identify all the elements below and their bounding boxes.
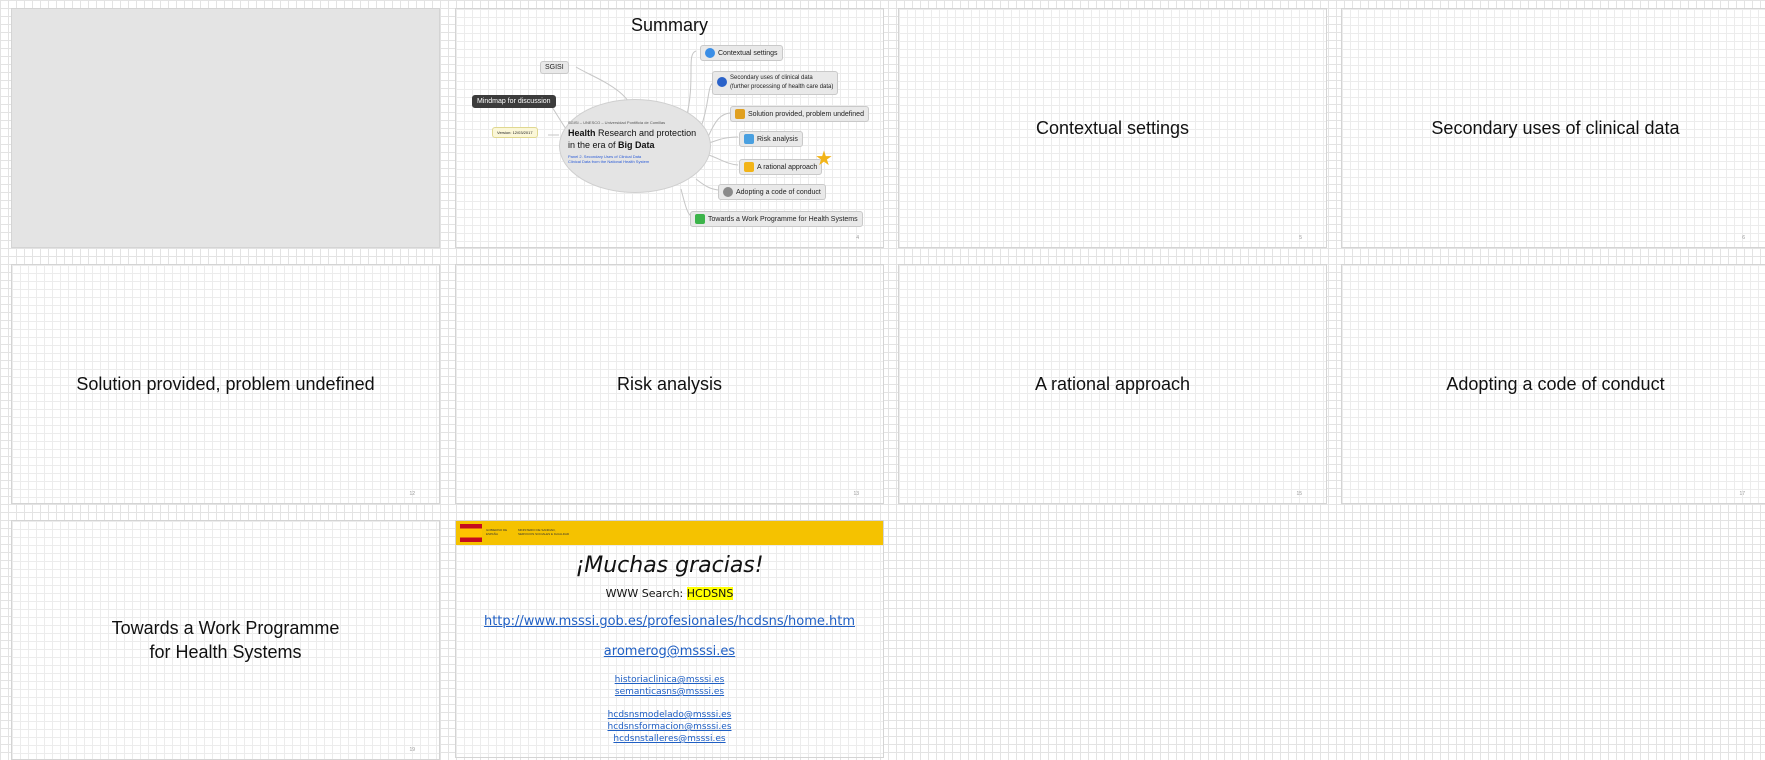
node-label: Contextual settings (718, 49, 778, 57)
slide-number: 15 (1296, 491, 1302, 497)
thanks-heading: ¡Muchas gracias! (575, 553, 764, 578)
slide-thumbnail-summary[interactable]: Summary SGISI Mindmap for discussion Ver… (455, 8, 884, 248)
mindmap-node-code-of-conduct: Adopting a code of conduct (718, 184, 826, 200)
mindmap-node-solution-provided: Solution provided, problem undefined (730, 106, 869, 122)
central-title-line2-bold: Big Data (618, 140, 655, 150)
chart-icon (744, 134, 754, 144)
node-label: Adopting a code of conduct (736, 188, 821, 196)
central-org: SGISI – UNESCO – Universidad Pontificia … (568, 120, 666, 125)
search-term: HCDSNS (686, 587, 734, 600)
star-icon: ★ (815, 148, 833, 170)
slide-thumbnail-secondary-uses[interactable]: Secondary uses of clinical data 6 (1341, 8, 1765, 248)
node-label: A rational approach (757, 163, 818, 171)
email-link[interactable]: historiaclinica@msssi.es (456, 675, 883, 685)
mindmap-node-sgisi: SGISI (540, 61, 569, 74)
website-link[interactable]: http://www.msssi.gob.es/profesionales/hc… (456, 614, 883, 629)
slide-title: Risk analysis (616, 374, 723, 394)
slide-title: Secondary uses of clinical data (1431, 118, 1680, 138)
email-link[interactable]: hcdsnsmodelado@msssi.es (456, 710, 883, 720)
slide-title: Adopting a code of conduct (1446, 374, 1665, 394)
slide-title-line2: for Health Systems (149, 642, 302, 662)
slide-number: 12 (409, 491, 415, 497)
central-panel-2: Clinical Data from the National Health S… (568, 159, 650, 164)
node-label: Risk analysis (757, 135, 798, 143)
node-label: Secondary uses of clinical data (further… (730, 74, 833, 92)
plus-icon (695, 214, 705, 224)
mindmap-node-contextual-settings: Contextual settings (700, 45, 783, 61)
slide-thumbnail-risk-analysis[interactable]: Risk analysis 13 (455, 264, 884, 504)
mindmap-node-work-programme: Towards a Work Programme for Health Syst… (690, 211, 863, 227)
central-title-rest: Research and protection (595, 128, 697, 138)
email-link[interactable]: semanticasns@msssi.es (456, 687, 883, 697)
slide-number: 4 (856, 235, 859, 241)
slide-title: Contextual settings (1035, 118, 1190, 138)
ministry-banner: GOBIERNO DE ESPAÑA MINISTERIO DE SANIDAD… (456, 521, 883, 545)
email-link[interactable]: hcdsnsformacion@msssi.es (456, 722, 883, 732)
node-label-line2: (further processing of health care data) (730, 84, 834, 90)
main-email-link[interactable]: aromerog@msssi.es (456, 644, 883, 659)
people-icon (735, 109, 745, 119)
info-icon (705, 48, 715, 58)
slide-number: 6 (1742, 235, 1745, 241)
mindmap-node-risk-analysis: Risk analysis (739, 131, 803, 147)
slide-number: 19 (409, 747, 415, 753)
globe-icon (717, 77, 727, 87)
mindmap-central-node: SGISI – UNESCO – Universidad Pontificia … (559, 99, 711, 193)
mindmap-node-discussion: Mindmap for discussion (472, 95, 556, 108)
slide-number: 5 (1299, 235, 1302, 241)
banner-gov: GOBIERNO DE ESPAÑA (486, 528, 508, 536)
central-title-line2: in the era of (568, 140, 619, 150)
email-link[interactable]: hcdsnstalleres@msssi.es (456, 734, 883, 744)
slide-title: Solution provided, problem undefined (76, 374, 375, 394)
slide-number: 13 (853, 491, 859, 497)
central-title: Health Research and protection in the er… (568, 127, 696, 151)
node-label-line1: Secondary uses of clinical data (730, 75, 813, 81)
star-icon (744, 162, 754, 172)
slide-thumbnail-work-programme[interactable]: Towards a Work Programme for Health Syst… (11, 520, 440, 760)
search-prefix: WWW Search: (605, 587, 687, 600)
slide-thumbnail-rational-approach[interactable]: A rational approach 15 (898, 264, 1327, 504)
spain-flag-icon (460, 524, 482, 542)
slide-thumbnail-contextual-settings[interactable]: Contextual settings 5 (898, 8, 1327, 248)
node-label: Towards a Work Programme for Health Syst… (708, 215, 858, 223)
mindmap-node-version: Version: 12/03/2017 (492, 127, 538, 138)
node-label: Solution provided, problem undefined (748, 110, 864, 118)
slide-thumbnail-thanks[interactable]: GOBIERNO DE ESPAÑA MINISTERIO DE SANIDAD… (455, 520, 884, 758)
slide-title: A rational approach (1034, 374, 1191, 394)
slide-number: 17 (1739, 491, 1745, 497)
central-title-bold: Health (568, 128, 596, 138)
slide-thumbnail-solution-provided[interactable]: Solution provided, problem undefined 12 (11, 264, 440, 504)
banner-ministry: MINISTERIO DE SANIDAD, SERVICIOS SOCIALE… (518, 528, 570, 536)
gear-icon (723, 187, 733, 197)
slide-thumbnail-code-of-conduct[interactable]: Adopting a code of conduct 17 (1341, 264, 1765, 504)
search-line: WWW Search: HCDSNS (456, 587, 883, 600)
slide-thumbnail-1[interactable] (11, 8, 440, 248)
slide-title-line1: Towards a Work Programme (111, 618, 340, 638)
mindmap-node-secondary-uses: Secondary uses of clinical data (further… (712, 71, 839, 95)
mindmap-node-rational-approach: A rational approach (739, 159, 823, 175)
